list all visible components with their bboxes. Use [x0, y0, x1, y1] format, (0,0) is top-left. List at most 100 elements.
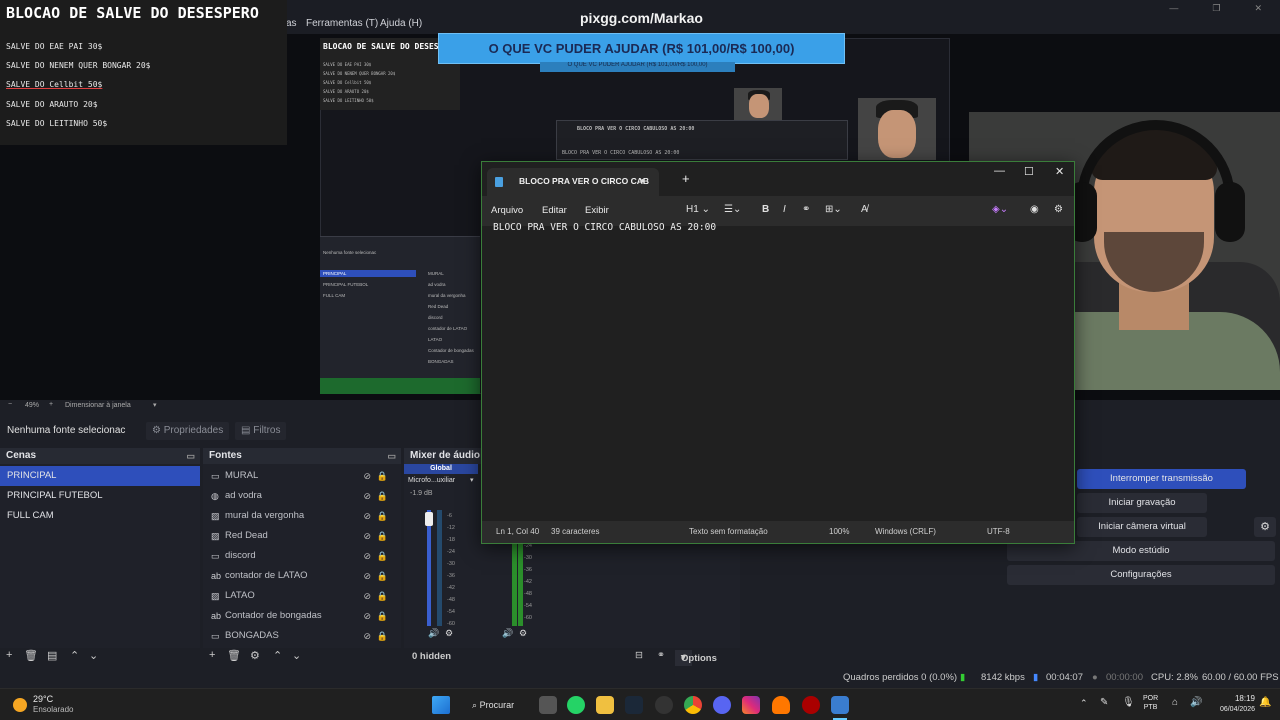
unsaved-dot-icon[interactable]: ●	[640, 176, 645, 185]
eye-hidden-icon[interactable]: ⊘	[363, 586, 371, 606]
close-icon[interactable]: ✕	[1254, 3, 1262, 14]
virtual-camera-button[interactable]: Iniciar câmera virtual	[1077, 517, 1207, 537]
properties-button[interactable]: ⚙ Propriedades	[146, 422, 230, 440]
notepad-content[interactable]: BLOCO PRA VER O CIRCO CABULOSO AS 20:00	[493, 222, 716, 233]
gear-icon[interactable]: ⚙	[445, 628, 453, 639]
mixer-global-tab[interactable]: Global	[404, 464, 478, 474]
settings-button[interactable]: Configurações	[1007, 565, 1275, 585]
line-ending[interactable]: Windows (CRLF)	[875, 527, 936, 536]
layout-icon[interactable]: ⊟	[635, 650, 643, 661]
list-icon[interactable]: ☰⌄	[724, 204, 741, 215]
chevron-up-icon[interactable]: ⌃	[70, 649, 79, 662]
eye-hidden-icon[interactable]: ⊘	[363, 566, 371, 586]
avatar[interactable]: ◉	[1030, 204, 1039, 215]
source-item[interactable]: ▨ mural da vergonha ⊘ 🔒	[203, 506, 401, 526]
start-recording-button[interactable]: Iniciar gravação	[1077, 493, 1207, 513]
studio-mode-button[interactable]: Modo estúdio	[1007, 541, 1275, 561]
gear-icon[interactable]: ⚙	[1254, 517, 1276, 537]
steam-icon[interactable]	[625, 696, 643, 714]
source-item[interactable]: ◍ ad vodra ⊘ 🔒	[203, 486, 401, 506]
chrome-icon[interactable]	[684, 696, 702, 714]
options-button[interactable]: Options ▾	[675, 650, 717, 666]
lock-icon[interactable]: 🔒	[377, 626, 388, 646]
volume-icon[interactable]: 🔊	[1190, 697, 1202, 708]
source-item[interactable]: ▨ Red Dead ⊘ 🔒	[203, 526, 401, 546]
discord-icon[interactable]	[713, 696, 731, 714]
lock-icon[interactable]: 🔒	[377, 466, 388, 486]
menu-item-help[interactable]: Ajuda (H)	[380, 18, 422, 29]
red-app-icon[interactable]	[802, 696, 820, 714]
scene-item-principal[interactable]: PRINCIPAL	[0, 466, 200, 486]
link-icon[interactable]: ⚭	[802, 204, 810, 215]
table-icon[interactable]: ⊞⌄	[825, 204, 842, 215]
source-item[interactable]: ab contador de LATAO ⊘ 🔒	[203, 566, 401, 586]
eye-hidden-icon[interactable]: ⊘	[363, 626, 371, 646]
lock-icon[interactable]: 🔒	[377, 486, 388, 506]
windows-start-icon[interactable]	[432, 696, 450, 714]
clear-format-icon[interactable]: A̸	[861, 204, 868, 215]
source-item[interactable]: ▭ BONGADAS ⊘ 🔒	[203, 626, 401, 646]
eye-hidden-icon[interactable]: ⊘	[363, 526, 371, 546]
gear-icon[interactable]: ⚙	[1054, 204, 1063, 215]
format-mode[interactable]: Texto sem formatação	[689, 527, 768, 536]
speaker-icon[interactable]: 🔊	[502, 628, 513, 639]
new-tab-icon[interactable]: +	[682, 171, 690, 186]
speaker-icon[interactable]: 🔊	[428, 628, 439, 639]
volume-handle[interactable]	[425, 512, 433, 526]
minimize-icon[interactable]: —	[994, 165, 1005, 177]
source-item[interactable]: ▨ LATAO ⊘ 🔒	[203, 586, 401, 606]
trash-icon[interactable]: 🗑	[227, 649, 241, 662]
add-icon[interactable]: +	[209, 649, 215, 661]
close-icon[interactable]: ✕	[1055, 165, 1064, 178]
chevron-down-icon[interactable]: ▾	[153, 401, 157, 409]
lock-icon[interactable]: 🔒	[377, 506, 388, 526]
copilot-icon[interactable]: ◈⌄	[992, 204, 1008, 215]
microphone-icon[interactable]: 🎙	[1122, 697, 1135, 708]
chevron-up-icon[interactable]: ⌃	[273, 649, 282, 662]
pen-icon[interactable]: ✎	[1100, 697, 1108, 708]
menu-exibir[interactable]: Exibir	[585, 205, 609, 216]
weather-temp[interactable]: 29°C	[33, 694, 53, 704]
chevron-down-icon[interactable]: ⌄	[292, 649, 301, 662]
filter-icon[interactable]: ▤	[47, 649, 57, 662]
zoom-out-icon[interactable]: −	[8, 401, 12, 408]
chevron-up-icon[interactable]: ⌃	[1080, 698, 1088, 709]
instagram-icon[interactable]	[742, 696, 760, 714]
sun-icon[interactable]	[13, 698, 27, 712]
clock-date[interactable]: 06/04/2026	[1205, 706, 1255, 713]
scene-item-principal-futebol[interactable]: PRINCIPAL FUTEBOL	[0, 486, 200, 506]
bold-icon[interactable]: B	[762, 204, 769, 215]
lock-icon[interactable]: 🔒	[377, 606, 388, 626]
clock-time[interactable]: 18:19	[1211, 694, 1255, 703]
keyboard-language[interactable]: POR PTB	[1143, 694, 1158, 712]
maximize-icon[interactable]: ☐	[1024, 165, 1034, 178]
gear-icon[interactable]: ⚙	[519, 628, 527, 639]
file-explorer-icon[interactable]	[596, 696, 614, 714]
source-item[interactable]: ▭ MURAL ⊘ 🔒	[203, 466, 401, 486]
add-icon[interactable]: +	[6, 649, 12, 661]
menu-arquivo[interactable]: Arquivo	[491, 205, 523, 216]
eye-hidden-icon[interactable]: ⊘	[363, 466, 371, 486]
maximize-icon[interactable]: ❐	[1212, 3, 1220, 14]
minimize-icon[interactable]: —	[1169, 3, 1178, 14]
source-item[interactable]: ab Contador de bongadas ⊘ 🔒	[203, 606, 401, 626]
network-icon[interactable]: ⌂	[1172, 697, 1178, 708]
heading-dropdown[interactable]: H1 ⌄	[686, 204, 710, 215]
weather-desc[interactable]: Ensolarado	[33, 705, 73, 714]
zoom-level[interactable]: 100%	[829, 527, 849, 536]
chevron-down-icon[interactable]: ▾	[470, 476, 474, 484]
scene-item-full-cam[interactable]: FULL CAM	[0, 506, 200, 526]
eye-hidden-icon[interactable]: ⊘	[363, 546, 371, 566]
menu-item-tools[interactable]: Ferramentas (T)	[306, 18, 378, 29]
task-view-icon[interactable]	[539, 696, 557, 714]
encoding[interactable]: UTF-8	[987, 527, 1010, 536]
eye-hidden-icon[interactable]: ⊘	[363, 486, 371, 506]
volume-slider[interactable]	[427, 510, 431, 626]
dock-menu-icon[interactable]: ▭	[387, 448, 396, 464]
eye-hidden-icon[interactable]: ⊘	[363, 606, 371, 626]
dock-menu-icon[interactable]: ▭	[186, 448, 195, 464]
zoom-mode[interactable]: Dimensionar à janela	[65, 402, 131, 409]
menu-editar[interactable]: Editar	[542, 205, 567, 216]
obs-icon[interactable]	[655, 696, 673, 714]
chevron-down-icon[interactable]: ⌄	[89, 649, 98, 662]
